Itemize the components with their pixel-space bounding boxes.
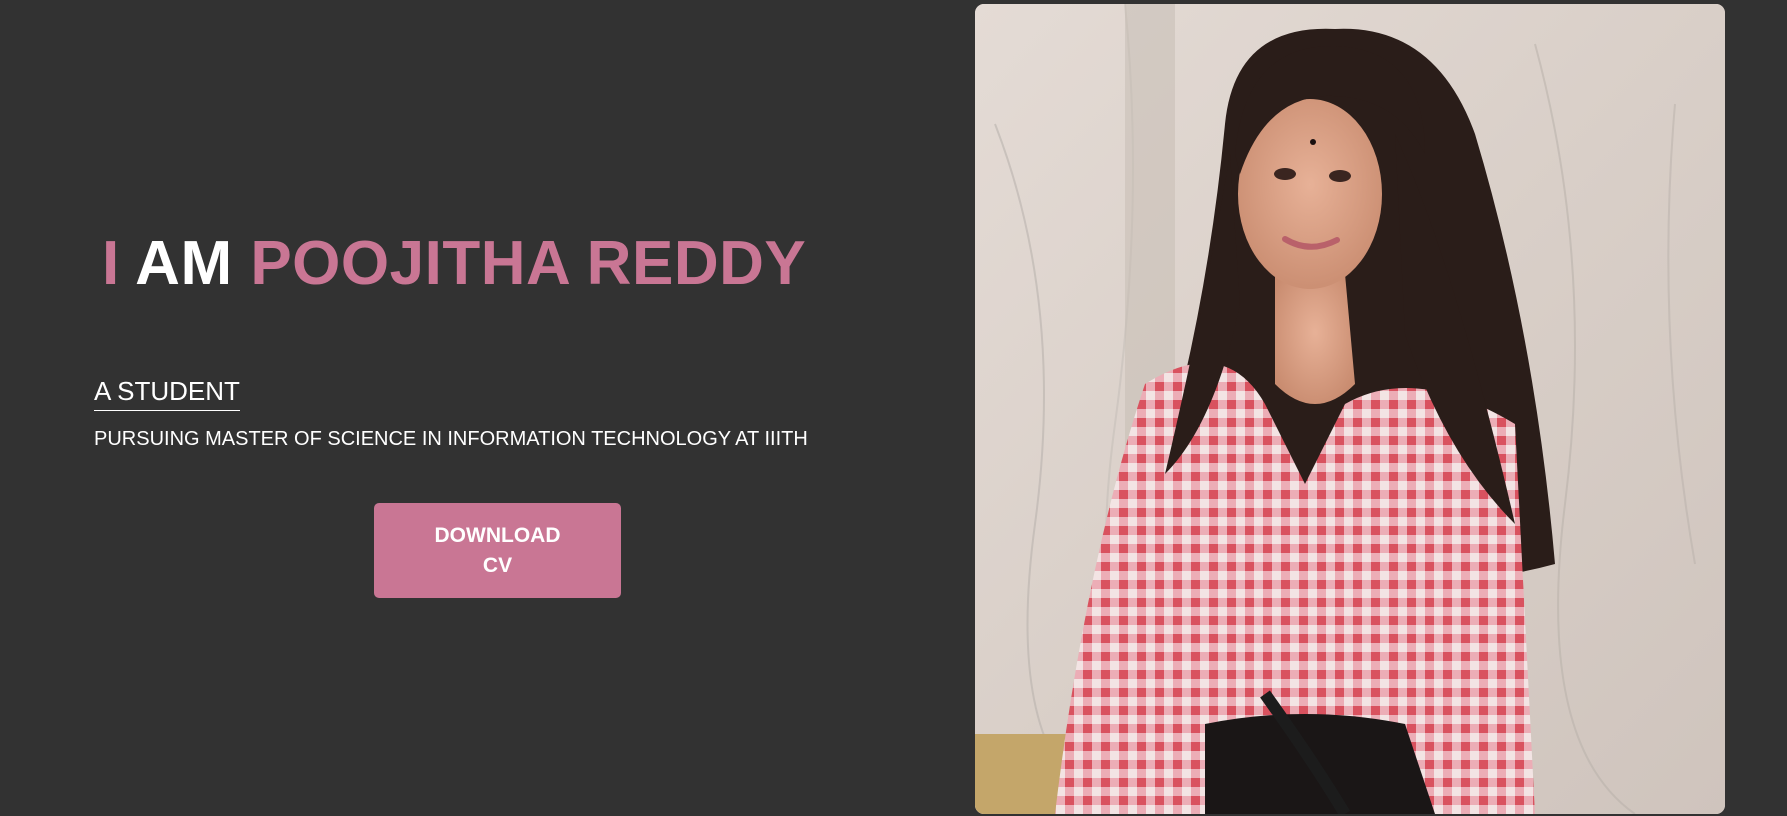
role-title: A STUDENT [94,374,240,411]
download-cv-label: DOWNLOAD CV [434,523,561,577]
profile-photo [975,4,1725,814]
hero-headline: I AM POOJITHA REDDY [102,226,806,302]
role-description: PURSUING MASTER OF SCIENCE IN INFORMATIO… [94,428,808,450]
headline-name: POOJITHA REDDY [250,229,807,298]
download-cv-button[interactable]: DOWNLOAD CV [374,503,621,598]
headline-word-am: AM [135,229,233,298]
hero-section: I AM POOJITHA REDDY A STUDENT PURSUING M… [0,0,1787,816]
headline-word-i: I [102,229,120,298]
profile-photo-illustration [975,4,1725,814]
